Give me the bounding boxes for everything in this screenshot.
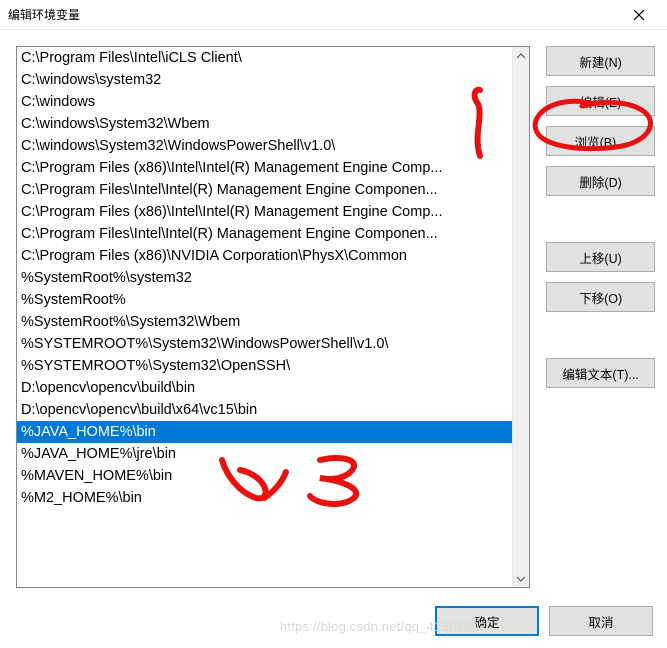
list-item[interactable]: C:\Program Files\Intel\iCLS Client\	[17, 47, 512, 69]
move-up-button[interactable]: 上移(U)	[546, 242, 655, 272]
list-item[interactable]: C:\Program Files\Intel\Intel(R) Manageme…	[17, 223, 512, 245]
list-item[interactable]: %SystemRoot%	[17, 289, 512, 311]
chevron-down-icon	[517, 576, 525, 582]
list-item[interactable]: %MAVEN_HOME%\bin	[17, 465, 512, 487]
list-item[interactable]: D:\opencv\opencv\build\x64\vc15\bin	[17, 399, 512, 421]
cancel-button[interactable]: 取消	[549, 606, 653, 636]
ok-button[interactable]: 确定	[435, 606, 539, 636]
scroll-track[interactable]	[513, 64, 529, 570]
browse-button[interactable]: 浏览(B)...	[546, 126, 655, 156]
list-item[interactable]: C:\windows\system32	[17, 69, 512, 91]
spacer	[546, 322, 655, 348]
path-list[interactable]: C:\Program Files\Intel\iCLS Client\C:\wi…	[17, 47, 512, 587]
path-list-container: C:\Program Files\Intel\iCLS Client\C:\wi…	[16, 46, 530, 588]
scroll-down-button[interactable]	[513, 570, 529, 587]
window-title: 编辑环境变量	[8, 6, 80, 23]
list-item[interactable]: %M2_HOME%\bin	[17, 487, 512, 509]
dialog-content: C:\Program Files\Intel\iCLS Client\C:\wi…	[0, 30, 667, 588]
list-item[interactable]: D:\opencv\opencv\build\bin	[17, 377, 512, 399]
move-down-button[interactable]: 下移(O)	[546, 282, 655, 312]
list-item[interactable]: C:\Program Files (x86)\Intel\Intel(R) Ma…	[17, 201, 512, 223]
list-item[interactable]: %SystemRoot%\system32	[17, 267, 512, 289]
close-button[interactable]	[619, 0, 659, 30]
list-item[interactable]: C:\Program Files\Intel\Intel(R) Manageme…	[17, 179, 512, 201]
edit-text-button[interactable]: 编辑文本(T)...	[546, 358, 655, 388]
scrollbar[interactable]	[512, 47, 529, 587]
list-item[interactable]: %JAVA_HOME%\jre\bin	[17, 443, 512, 465]
list-item[interactable]: %SystemRoot%\System32\Wbem	[17, 311, 512, 333]
list-item[interactable]: C:\windows\System32\WindowsPowerShell\v1…	[17, 135, 512, 157]
button-column: 新建(N) 编辑(E) 浏览(B)... 删除(D) 上移(U) 下移(O) 编…	[546, 46, 655, 588]
list-item[interactable]: C:\Program Files (x86)\NVIDIA Corporatio…	[17, 245, 512, 267]
list-item[interactable]: C:\windows	[17, 91, 512, 113]
delete-button[interactable]: 删除(D)	[546, 166, 655, 196]
list-item[interactable]: %SYSTEMROOT%\System32\WindowsPowerShell\…	[17, 333, 512, 355]
new-button[interactable]: 新建(N)	[546, 46, 655, 76]
list-item[interactable]: %JAVA_HOME%\bin	[17, 421, 512, 443]
dialog-footer: 确定 取消	[435, 606, 653, 636]
scroll-up-button[interactable]	[513, 47, 529, 64]
titlebar: 编辑环境变量	[0, 0, 667, 30]
list-item[interactable]: C:\windows\System32\Wbem	[17, 113, 512, 135]
spacer	[546, 206, 655, 232]
list-item[interactable]: C:\Program Files (x86)\Intel\Intel(R) Ma…	[17, 157, 512, 179]
edit-button[interactable]: 编辑(E)	[546, 86, 655, 116]
chevron-up-icon	[517, 53, 525, 59]
close-icon	[633, 9, 645, 21]
list-item[interactable]: %SYSTEMROOT%\System32\OpenSSH\	[17, 355, 512, 377]
